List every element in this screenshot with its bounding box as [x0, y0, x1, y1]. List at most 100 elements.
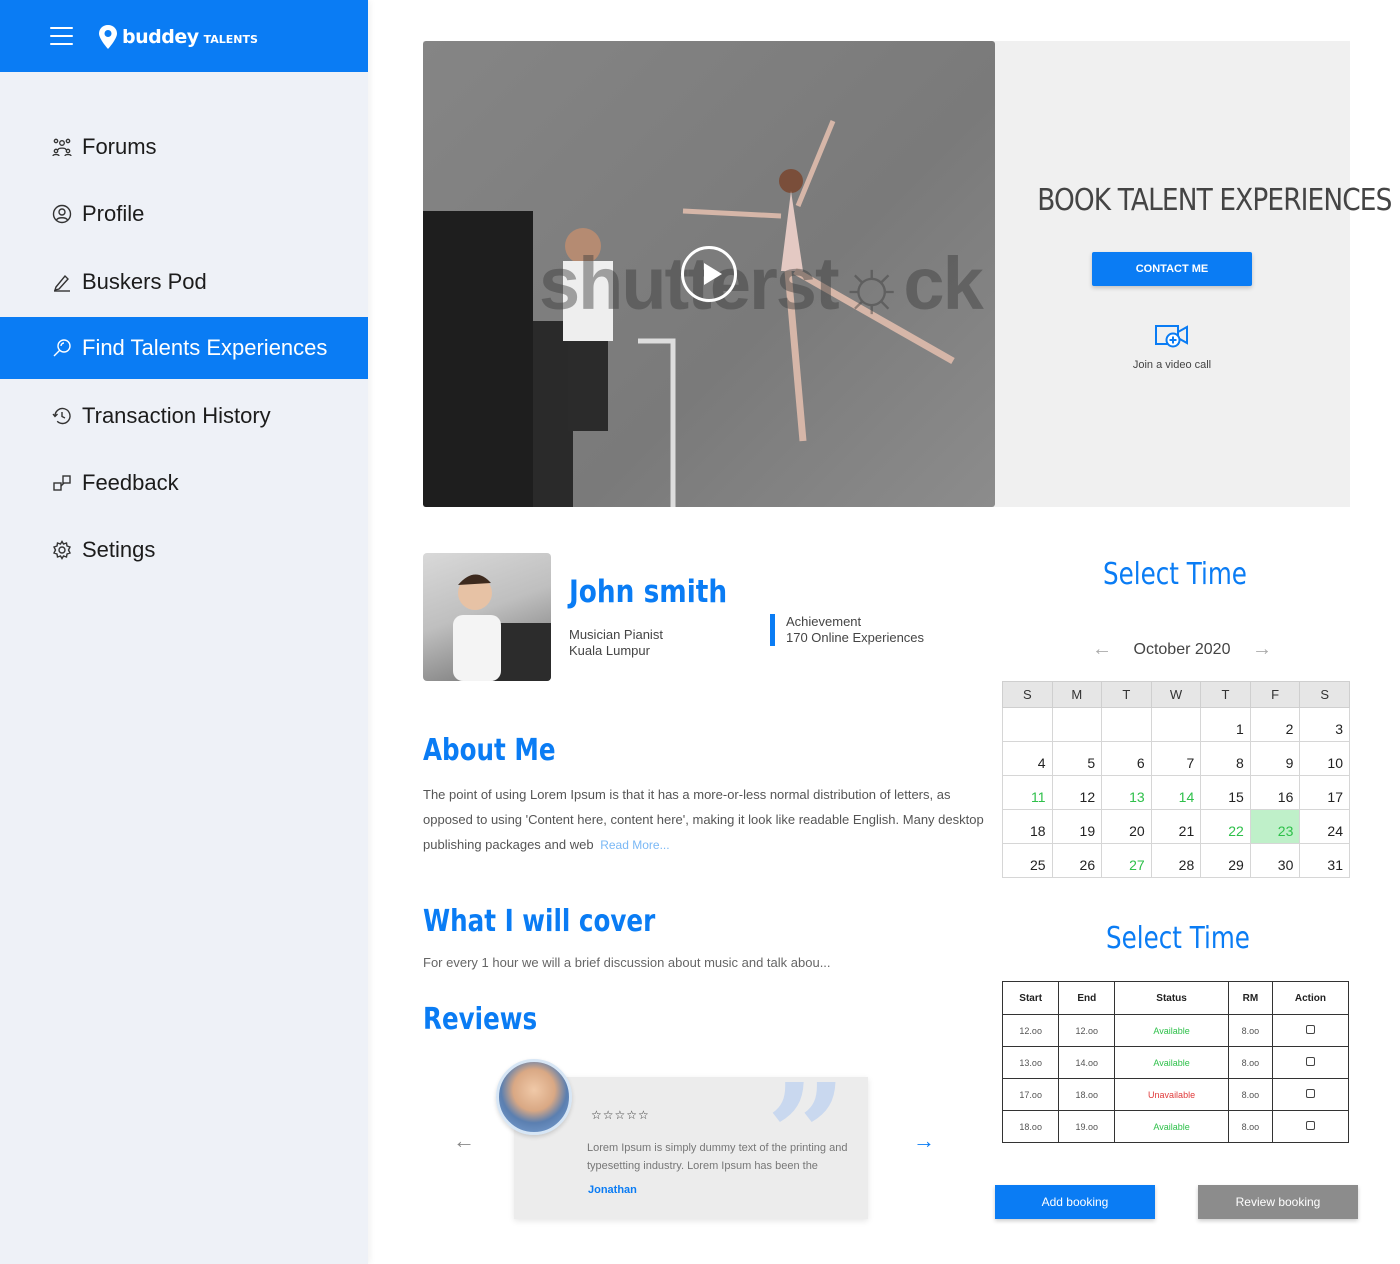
calendar-day[interactable]: 8 [1200, 741, 1251, 776]
slot-rm: 8.oo [1227, 1078, 1273, 1111]
brand-logo[interactable]: buddey TALENTS [98, 22, 258, 52]
profile-name: John smith [569, 574, 728, 610]
sidebar-item-forums[interactable]: Forums [0, 116, 368, 178]
calendar-day[interactable]: 26 [1051, 843, 1103, 878]
calendar-day[interactable]: 21 [1150, 809, 1202, 844]
calendar-day[interactable]: 10 [1299, 741, 1350, 776]
calendar-day[interactable]: 1 [1200, 707, 1251, 742]
forums-icon [52, 137, 72, 157]
slot-status: Available [1114, 1110, 1229, 1143]
slot-status: Available [1114, 1046, 1229, 1079]
calendar-day[interactable]: 15 [1200, 775, 1251, 810]
calendar-month: October 2020 [1133, 640, 1231, 658]
calendar-day[interactable]: 6 [1101, 741, 1152, 776]
cover-title: What I will cover [423, 904, 656, 939]
calendar-day[interactable]: 28 [1150, 843, 1202, 878]
calendar-day[interactable]: 20 [1101, 809, 1152, 844]
calendar-empty-cell [1101, 707, 1152, 742]
calendar-day[interactable]: 12 [1051, 775, 1103, 810]
sidebar-item-transaction-history[interactable]: Transaction History [0, 385, 368, 447]
calendar-empty-cell [1002, 707, 1053, 742]
sidebar-item-settings[interactable]: Setings [0, 519, 368, 581]
calendar-day[interactable]: 2 [1249, 707, 1301, 742]
profile-role: Musician Pianist Kuala Lumpur [569, 627, 663, 659]
calendar-day[interactable]: 22 [1200, 809, 1251, 844]
calendar-weekday: F [1249, 681, 1301, 708]
slot-action [1271, 1110, 1350, 1143]
video-call-icon[interactable] [1154, 320, 1190, 350]
table-row: 12.oo 12.oo Available 8.oo [1001, 1014, 1350, 1047]
calendar-day[interactable]: 9 [1249, 741, 1301, 776]
prev-month-icon[interactable]: ← [1092, 638, 1112, 661]
slot-status: Available [1114, 1014, 1229, 1047]
calendar-day[interactable]: 30 [1249, 843, 1301, 878]
search-icon [52, 338, 72, 358]
calendar-weekday: T [1101, 681, 1152, 708]
calendar-day[interactable]: 18 [1002, 809, 1053, 844]
calendar-day[interactable]: 27 [1101, 843, 1152, 878]
calendar-day[interactable]: 16 [1249, 775, 1301, 810]
location-pin-icon [99, 25, 117, 49]
table-row: 13.oo 14.oo Available 8.oo [1001, 1046, 1350, 1079]
slot-start: 13.oo [1001, 1046, 1060, 1079]
slot-start: 12.oo [1001, 1014, 1060, 1047]
slot-status: Unavailable [1114, 1078, 1229, 1111]
calendar-day[interactable]: 17 [1299, 775, 1350, 810]
history-icon [52, 406, 72, 426]
play-icon[interactable] [681, 246, 737, 302]
reviews-title: Reviews [423, 1002, 538, 1037]
reviewer-avatar [496, 1059, 572, 1135]
review-prev-icon[interactable]: ← [453, 1128, 475, 1154]
slot-end: 12.oo [1058, 1014, 1116, 1047]
calendar-day[interactable]: 23 [1249, 809, 1301, 844]
review-next-icon[interactable]: → [913, 1128, 935, 1154]
gear-icon [52, 540, 72, 560]
calendar-day[interactable]: 19 [1051, 809, 1103, 844]
calendar-day[interactable]: 3 [1299, 707, 1350, 742]
avatar [423, 553, 551, 681]
review-booking-button[interactable]: Review booking [1198, 1185, 1358, 1219]
calendar-day[interactable]: 31 [1299, 843, 1350, 878]
sidebar-item-label: Feedback [82, 470, 179, 495]
achievement: Achievement 170 Online Experiences [786, 614, 924, 646]
calendar-title: Select Time [1103, 557, 1247, 592]
slot-checkbox[interactable] [1305, 1057, 1315, 1066]
profile-icon [52, 204, 72, 224]
calendar-day[interactable]: 4 [1002, 741, 1053, 776]
sidebar-item-feedback[interactable]: Feedback [0, 452, 368, 514]
sidebar-item-profile[interactable]: Profile [0, 183, 368, 245]
read-more-link[interactable]: Read More... [600, 838, 669, 852]
slots-header: Action [1271, 981, 1350, 1015]
review-author: Jonathan [588, 1184, 637, 1196]
calendar-day[interactable]: 7 [1150, 741, 1202, 776]
contact-me-button[interactable]: CONTACT ME [1092, 252, 1252, 286]
slot-checkbox[interactable] [1305, 1121, 1315, 1130]
sidebar-item-buskers-pod[interactable]: Buskers Pod [0, 251, 368, 313]
calendar-weekday: S [1299, 681, 1350, 708]
rating-stars: ☆☆☆☆☆ [591, 1108, 650, 1122]
slot-checkbox[interactable] [1305, 1025, 1315, 1034]
calendar-empty-cell [1150, 707, 1202, 742]
watermark-text: shutterst☼ck [539, 242, 984, 325]
sidebar-item-find-talents[interactable]: Find Talents Experiences [0, 317, 368, 379]
menu-icon[interactable] [50, 27, 73, 45]
add-booking-button[interactable]: Add booking [995, 1185, 1155, 1219]
calendar-day[interactable]: 25 [1002, 843, 1053, 878]
brand-sub: TALENTS [203, 32, 258, 46]
calendar-weekday: M [1051, 681, 1103, 708]
calendar-day[interactable]: 13 [1101, 775, 1152, 810]
brand-name: buddey [122, 26, 199, 48]
table-row: 18.oo 19.oo Available 8.oo [1001, 1110, 1350, 1143]
calendar-day[interactable]: 5 [1051, 741, 1103, 776]
calendar-day[interactable]: 11 [1002, 775, 1053, 810]
calendar-day[interactable]: 29 [1200, 843, 1251, 878]
slot-rm: 8.oo [1227, 1046, 1273, 1079]
slot-checkbox[interactable] [1305, 1089, 1315, 1098]
calendar-day[interactable]: 14 [1150, 775, 1202, 810]
video-call-label[interactable]: Join a video call [1113, 359, 1231, 371]
next-month-icon[interactable]: → [1252, 638, 1272, 661]
video-player[interactable]: shutterst☼ck [423, 41, 995, 507]
calendar-day[interactable]: 24 [1299, 809, 1350, 844]
slot-rm: 8.oo [1227, 1110, 1273, 1143]
slot-end: 19.oo [1058, 1110, 1116, 1143]
